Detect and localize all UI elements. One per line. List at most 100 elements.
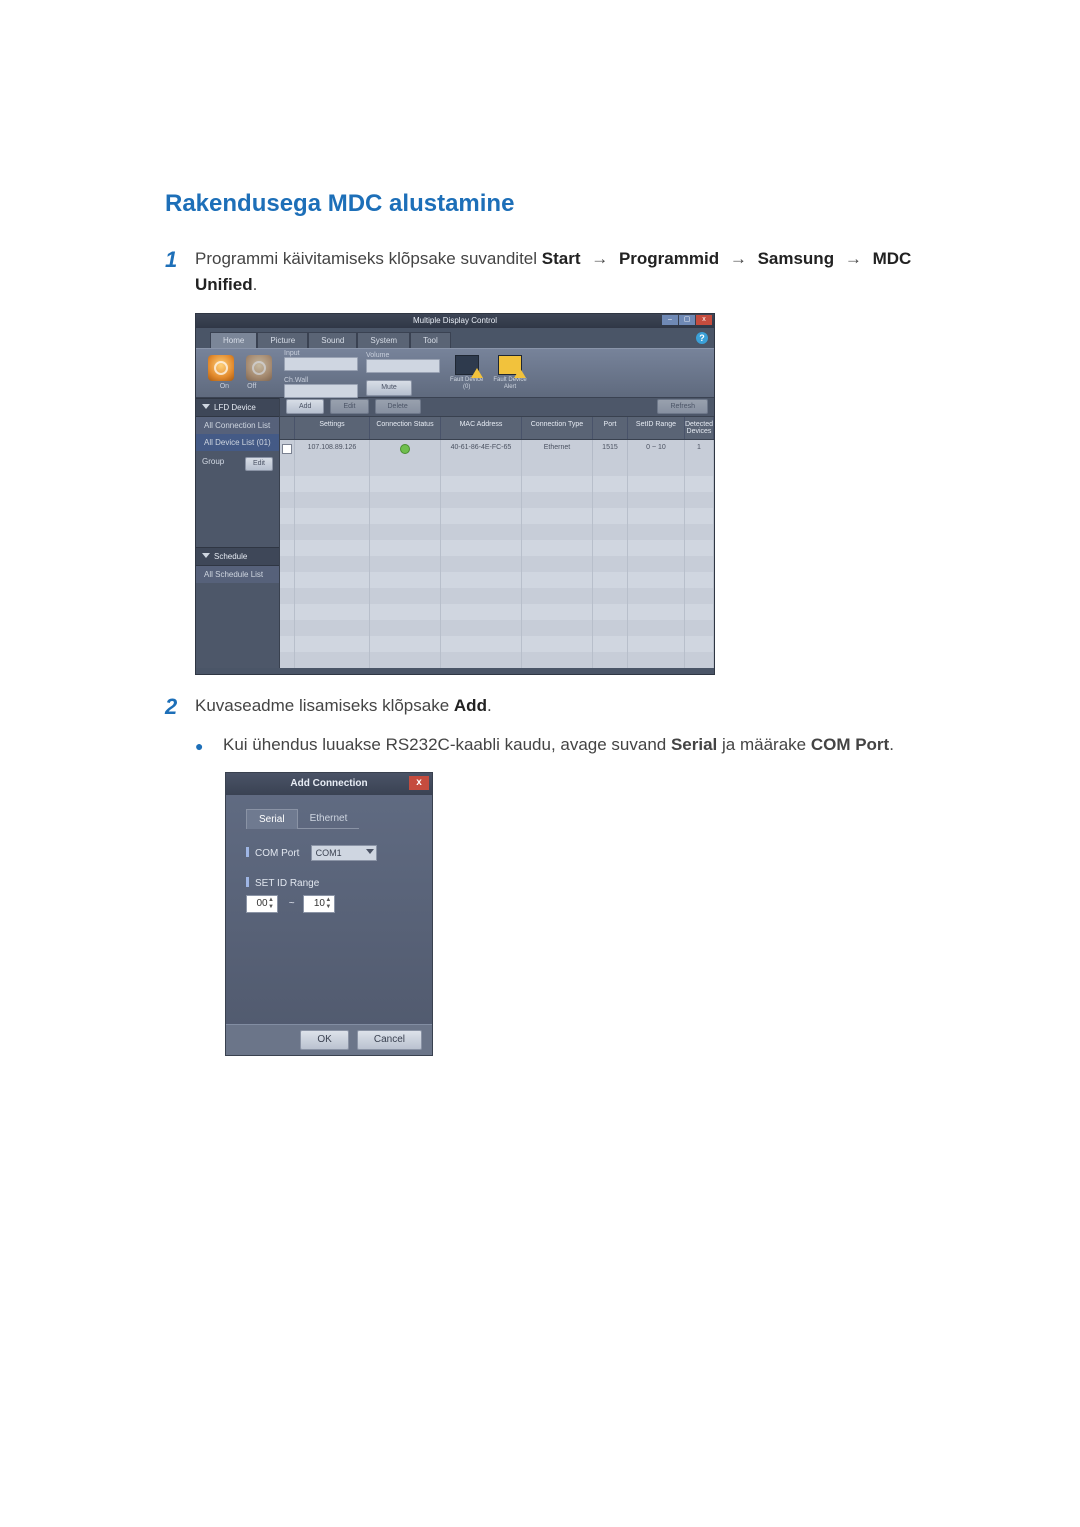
col-checkbox[interactable] xyxy=(280,417,295,439)
range-separator: ~ xyxy=(289,898,295,909)
dialog-title: Add Connection xyxy=(290,778,367,789)
step-number: 2 xyxy=(165,693,195,722)
mdc-titlebar[interactable]: Multiple Display Control – ▢ x xyxy=(196,314,714,328)
minimize-button[interactable]: – xyxy=(662,315,678,325)
bullet-mid: ja määrake xyxy=(717,735,811,754)
col-detected-devices[interactable]: Detected Devices xyxy=(685,417,714,439)
col-settings[interactable]: Settings xyxy=(295,417,370,439)
row-ip: 107.108.89.126 xyxy=(295,440,370,460)
chwall-select[interactable] xyxy=(284,384,358,398)
tab-serial[interactable]: Serial xyxy=(246,809,298,829)
mdc-tabs: Home Picture Sound System Tool xyxy=(210,332,714,348)
setid-range-label: SET ID Range xyxy=(246,877,412,889)
mdc-title: Multiple Display Control xyxy=(413,316,497,325)
connection-ok-icon xyxy=(400,444,410,454)
arrow-icon: → xyxy=(845,249,862,268)
refresh-button[interactable]: Refresh xyxy=(657,399,708,414)
chwall-label: Ch.Wall xyxy=(284,377,308,384)
step-2-post: . xyxy=(487,696,492,715)
close-button[interactable]: x xyxy=(696,315,712,325)
col-setid-range[interactable]: SetID Range xyxy=(628,417,685,439)
off-label: Off xyxy=(247,383,256,390)
dialog-close-button[interactable]: x xyxy=(409,776,429,790)
ok-button[interactable]: OK xyxy=(300,1030,348,1050)
path-start: Start xyxy=(542,249,581,268)
row-devices: 1 xyxy=(685,440,714,460)
fault-device-count[interactable]: Fault Device(0) xyxy=(450,355,483,390)
bullet-post: . xyxy=(889,735,894,754)
setid-from-stepper[interactable]: 00▲▼ xyxy=(246,895,278,913)
edit-button[interactable]: Edit xyxy=(330,399,368,414)
step-2-pre: Kuvaseadme lisamiseks klõpsake xyxy=(195,696,454,715)
fault-device-value: (0) xyxy=(463,384,470,390)
device-toolbar: Add Edit Delete Refresh xyxy=(280,398,714,417)
tab-home[interactable]: Home xyxy=(210,332,257,348)
setid-to-stepper[interactable]: 10▲▼ xyxy=(303,895,335,913)
step-2-bold: Add xyxy=(454,696,487,715)
table-row[interactable]: 107.108.89.126 40-61-86-4E-FC-65 Etherne… xyxy=(280,440,714,460)
row-type: Ethernet xyxy=(522,440,593,460)
arrow-icon: → xyxy=(730,249,747,268)
bullet-b1: Serial xyxy=(671,735,717,754)
col-port[interactable]: Port xyxy=(593,417,628,439)
maximize-button[interactable]: ▢ xyxy=(679,315,695,325)
bullet-pre: Kui ühendus luuakse RS232C-kaabli kaudu,… xyxy=(223,735,671,754)
col-connection-status[interactable]: Connection Status xyxy=(370,417,441,439)
power-off-icon[interactable] xyxy=(246,355,272,381)
period: . xyxy=(253,275,258,294)
power-on-icon[interactable] xyxy=(208,355,234,381)
path-samsung: Samsung xyxy=(758,249,835,268)
chevron-down-icon xyxy=(366,849,374,854)
tab-tool[interactable]: Tool xyxy=(410,332,451,348)
fault-alert-sub: Alert xyxy=(504,384,516,390)
step-number: 1 xyxy=(165,246,195,299)
sidebar-lfd-header[interactable]: LFD Device xyxy=(196,398,279,417)
com-port-value: COM1 xyxy=(316,848,342,858)
path-programmid: Programmid xyxy=(619,249,719,268)
step-1-text: Programmi käivitamiseks klõpsake suvandi… xyxy=(195,246,915,299)
monitor-warning-icon xyxy=(455,355,479,375)
section-heading: Rakendusega MDC alustamine xyxy=(165,190,915,218)
tab-sound[interactable]: Sound xyxy=(308,332,357,348)
sidebar-group-label: Group xyxy=(202,457,224,466)
tab-ethernet[interactable]: Ethernet xyxy=(298,809,360,829)
sidebar-item-all-device[interactable]: All Device List (01) xyxy=(196,434,279,451)
dialog-titlebar[interactable]: Add Connection x xyxy=(226,773,432,795)
bullet-text: Kui ühendus luuakse RS232C-kaabli kaudu,… xyxy=(223,735,894,757)
col-mac[interactable]: MAC Address xyxy=(441,417,522,439)
sidebar: LFD Device All Connection List All Devic… xyxy=(196,398,280,668)
com-port-select[interactable]: COM1 xyxy=(311,845,377,861)
caret-down-icon xyxy=(202,553,210,558)
device-table-body xyxy=(280,460,714,668)
input-select[interactable] xyxy=(284,357,358,371)
stepper-buttons-icon[interactable]: ▲▼ xyxy=(323,897,333,911)
col-connection-type[interactable]: Connection Type xyxy=(522,417,593,439)
step-2: 2 Kuvaseadme lisamiseks klõpsake Add. xyxy=(165,693,915,722)
cancel-button[interactable]: Cancel xyxy=(357,1030,422,1050)
stepper-buttons-icon[interactable]: ▲▼ xyxy=(266,897,276,911)
row-checkbox[interactable] xyxy=(282,444,292,454)
tab-system[interactable]: System xyxy=(357,332,410,348)
step-2-text: Kuvaseadme lisamiseks klõpsake Add. xyxy=(195,693,492,722)
tab-picture[interactable]: Picture xyxy=(257,332,308,348)
delete-button[interactable]: Delete xyxy=(375,399,421,414)
sidebar-schedule-header[interactable]: Schedule xyxy=(196,547,279,566)
volume-field[interactable] xyxy=(366,359,440,373)
bullet-b2: COM Port xyxy=(811,735,889,754)
ribbon: On Off Input Ch.Wall Volume Mute Fault D… xyxy=(196,348,714,398)
step-1: 1 Programmi käivitamiseks klõpsake suvan… xyxy=(165,246,915,299)
on-label: On xyxy=(220,383,229,390)
dialog-footer: OK Cancel xyxy=(226,1024,432,1055)
device-table-header: Settings Connection Status MAC Address C… xyxy=(280,417,714,440)
alert-icon xyxy=(498,355,522,375)
caret-down-icon xyxy=(202,404,210,409)
sidebar-item-all-schedule[interactable]: All Schedule List xyxy=(196,566,279,583)
help-icon[interactable]: ? xyxy=(696,332,708,344)
sidebar-item-all-connection[interactable]: All Connection List xyxy=(196,417,279,434)
row-mac: 40-61-86-4E-FC-65 xyxy=(441,440,522,460)
com-port-label: COM Port xyxy=(246,847,299,859)
fault-device-alert[interactable]: Fault DeviceAlert xyxy=(493,355,526,390)
mute-button[interactable]: Mute xyxy=(366,380,412,396)
sidebar-edit-button[interactable]: Edit xyxy=(245,457,273,471)
add-button[interactable]: Add xyxy=(286,399,324,414)
